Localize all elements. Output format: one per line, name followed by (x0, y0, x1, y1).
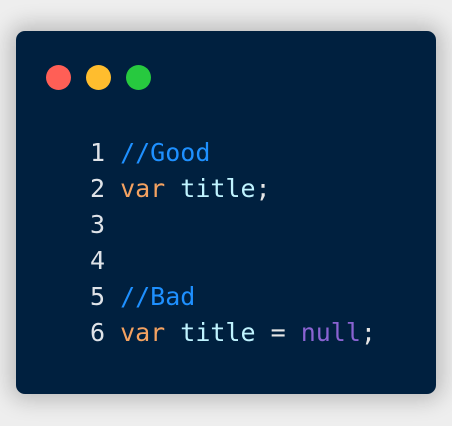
code-token-literal: null (300, 318, 361, 347)
code-token-punctuation: ; (360, 318, 376, 347)
code-token-keyword: var (120, 318, 166, 347)
code-line: 3 (74, 207, 376, 243)
code-token-comment: //Good (120, 138, 211, 167)
line-number: 2 (89, 174, 105, 203)
code-line: 4 (74, 243, 376, 279)
code-token-punctuation (165, 318, 180, 347)
window-controls (46, 65, 151, 90)
code-token-comment: //Bad (120, 282, 196, 311)
code-token-identifier: title (180, 318, 256, 347)
code-line: 6 var title = null; (74, 315, 376, 351)
code-token-punctuation (165, 174, 180, 203)
code-line: 1 //Good (74, 135, 376, 171)
code-token-keyword: var (120, 174, 166, 203)
code-token-punctuation: = (255, 318, 301, 347)
line-number: 6 (89, 318, 105, 347)
line-number: 5 (89, 282, 105, 311)
line-number: 3 (89, 210, 105, 239)
code-token-identifier: title (180, 174, 256, 203)
line-number: 1 (89, 138, 105, 167)
code-line: 2 var title; (74, 171, 376, 207)
maximize-dot-icon[interactable] (126, 65, 151, 90)
line-number: 4 (89, 246, 105, 275)
close-dot-icon[interactable] (46, 65, 71, 90)
code-window: 1 //Good 2 var title; 3 4 5 //Bad 6 var tit… (16, 31, 436, 394)
code-token-punctuation: ; (255, 174, 271, 203)
minimize-dot-icon[interactable] (86, 65, 111, 90)
code-line: 5 //Bad (74, 279, 376, 315)
code-block: 1 //Good 2 var title; 3 4 5 //Bad 6 var tit… (74, 135, 376, 351)
